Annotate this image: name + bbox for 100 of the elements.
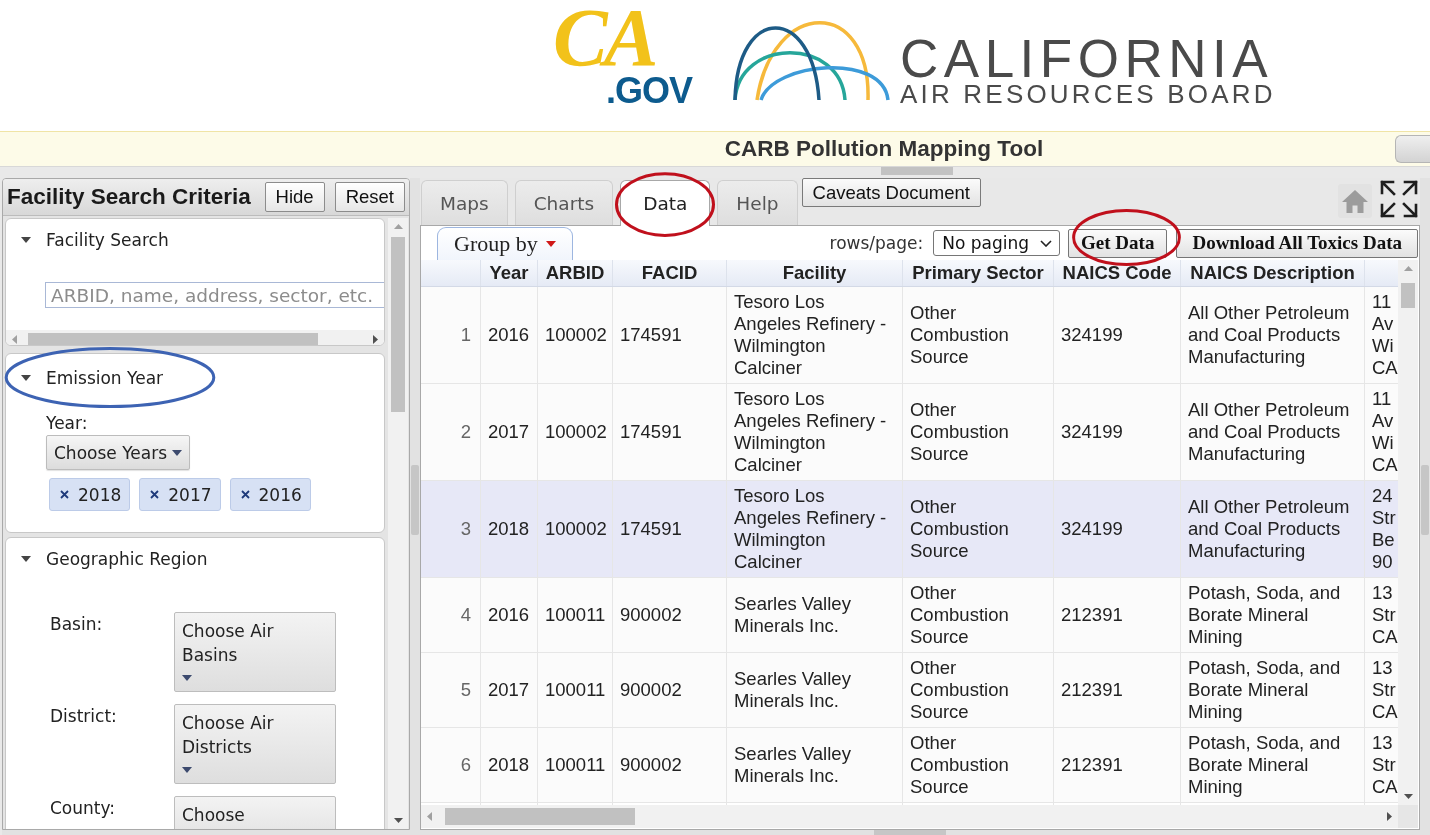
field-label: District: xyxy=(50,705,117,726)
table-cell: Other Combustion Source xyxy=(903,578,1054,652)
vertical-scrollbar[interactable] xyxy=(388,218,408,829)
remove-icon[interactable] xyxy=(60,490,69,499)
table-cell: All Other Petroleum and Coal Products Manufacturing xyxy=(1181,384,1365,480)
row-number: 2 xyxy=(421,384,481,480)
table-cell: 2018 xyxy=(481,728,538,802)
table-cell: Tesoro Los Angeles Refinery - Wilmington Calciner xyxy=(727,287,903,383)
tab[interactable]: Help xyxy=(717,180,798,225)
expand-icon[interactable] xyxy=(1380,180,1418,218)
tab[interactable]: Charts xyxy=(514,180,614,225)
table-cell: 212391 xyxy=(1054,728,1181,802)
years-dropdown[interactable]: Choose Years xyxy=(46,435,190,470)
column-header[interactable]: Facility xyxy=(727,260,903,286)
region-dropdown[interactable]: Choose Air Districts xyxy=(174,704,336,784)
region-dropdown[interactable]: Choose xyxy=(174,796,336,829)
table-row[interactable]: 2 2017 100002 174591 Tesoro Los Angeles Refinery - Wilmington Calciner Other Combustion Source 324199 All Other Petroleum and Coal Products Manufacturing 11 Av Wi CA xyxy=(421,384,1398,481)
region-dropdown[interactable]: Choose Air Basins xyxy=(174,612,336,692)
table-cell: Tesoro Los Angeles Refinery - Wilmington Calciner xyxy=(727,384,903,480)
caret-icon xyxy=(182,767,192,773)
row-number: 6 xyxy=(421,728,481,802)
field-label: Basin: xyxy=(50,613,103,634)
get-data-button[interactable]: Get Data xyxy=(1068,228,1168,258)
column-header[interactable]: Year xyxy=(481,260,538,286)
rows-per-page-select[interactable]: No paging xyxy=(933,230,1061,256)
section-header[interactable]: Emission Year xyxy=(6,357,384,399)
scroll-right-icon[interactable] xyxy=(373,334,378,344)
splitter-handle[interactable] xyxy=(411,465,419,535)
scroll-left-icon[interactable] xyxy=(12,334,17,344)
field-label: Year: xyxy=(46,412,88,435)
table-cell-text: 24 Str Be 90 xyxy=(1371,484,1397,574)
table-cell: Other Combustion Source xyxy=(903,728,1054,802)
splitter-handle[interactable] xyxy=(874,830,946,835)
scroll-left-icon[interactable] xyxy=(427,812,432,821)
rows-per-page-label: rows/page: xyxy=(829,233,924,253)
scrollbar-thumb[interactable] xyxy=(1401,283,1415,308)
header-button[interactable]: Hide xyxy=(264,182,325,212)
chevron-down-icon xyxy=(1040,239,1053,247)
scroll-up-icon[interactable] xyxy=(393,224,403,229)
splitter-handle[interactable] xyxy=(881,167,953,175)
scroll-down-icon[interactable] xyxy=(393,818,403,823)
section-header[interactable]: Geographic Region xyxy=(6,538,384,580)
section-header[interactable]: Facility Search xyxy=(6,219,384,261)
home-icon[interactable] xyxy=(1338,184,1372,218)
search-field[interactable]: ARBID, name, address, sector, etc. xyxy=(45,282,384,308)
column-header[interactable]: FACID xyxy=(613,260,727,286)
field-label: County: xyxy=(50,797,116,818)
table-row[interactable]: 3 2018 100002 174591 Tesoro Los Angeles Refinery - Wilmington Calciner Other Combustion Source 324199 All Other Petroleum and Coal Products Manufacturing 24 Str Be 90 xyxy=(421,481,1398,578)
header-button[interactable]: Reset xyxy=(334,182,405,212)
scroll-up-icon[interactable] xyxy=(1403,266,1413,271)
scrollbar-thumb[interactable] xyxy=(28,333,318,345)
table-row[interactable]: 4 2016 100011 900002 Searles Valley Minerals Inc. Other Combustion Source 212391 Potash, Soda, and Borate Mineral Mining 13 Str CA xyxy=(421,578,1398,653)
table-cell: 900002 xyxy=(613,578,727,652)
vertical-scrollbar[interactable] xyxy=(1398,260,1418,805)
table-cell-text: 11 Av Wi CA xyxy=(1371,387,1398,477)
logo-text: .GOV xyxy=(605,74,692,108)
row-number: 3 xyxy=(421,481,481,577)
edge-button[interactable] xyxy=(1395,135,1430,163)
table-cell: 174591 xyxy=(613,384,727,480)
remove-icon[interactable] xyxy=(150,490,160,499)
table-cell: 2017 xyxy=(481,653,538,727)
table-cell: 900002 xyxy=(613,728,727,802)
table-cell: Tesoro Los Angeles Refinery - Wilmington Calciner xyxy=(727,481,903,577)
tab[interactable]: Data xyxy=(620,180,711,226)
scroll-right-icon[interactable] xyxy=(1387,812,1392,821)
table-cell: All Other Petroleum and Coal Products Manufacturing xyxy=(1181,481,1365,577)
row-number: 1 xyxy=(421,287,481,383)
horizontal-scrollbar[interactable] xyxy=(6,330,384,345)
download-button[interactable]: Download All Toxics Data xyxy=(1176,228,1418,258)
horizontal-scrollbar[interactable] xyxy=(421,805,1398,828)
column-header[interactable]: Primary Sector xyxy=(903,260,1054,286)
group-by-button[interactable]: Group by xyxy=(437,227,573,260)
caveats-button[interactable]: Caveats Document xyxy=(801,178,981,207)
scrollbar-thumb[interactable] xyxy=(391,237,405,412)
tab[interactable]: Maps xyxy=(421,180,508,225)
table-row[interactable]: 1 2016 100002 174591 Tesoro Los Angeles Refinery - Wilmington Calciner Other Combustion Source 324199 All Other Petroleum and Coal Products Manufacturing 11 Av Wi CA xyxy=(421,287,1398,384)
table-cell: 2016 xyxy=(481,287,538,383)
table-cell: 324199 xyxy=(1054,287,1181,383)
table-row[interactable]: 6 2018 100011 900002 Searles Valley Minerals Inc. Other Combustion Source 212391 Potash, Soda, and Borate Mineral Mining 13 Str CA xyxy=(421,728,1398,803)
year-chip[interactable]: 2018 xyxy=(49,478,131,511)
year-chip[interactable]: 2016 xyxy=(229,478,311,511)
column-header[interactable]: NAICS Code xyxy=(1054,260,1181,286)
table-row[interactable]: 5 2017 100011 900002 Searles Valley Minerals Inc. Other Combustion Source 212391 Potash, Soda, and Borate Mineral Mining 13 Str CA xyxy=(421,653,1398,728)
table-cell: Searles Valley Minerals Inc. xyxy=(727,728,903,802)
table-cell-text: 13 Str CA xyxy=(1371,656,1398,724)
scrollbar-thumb[interactable] xyxy=(445,808,635,825)
column-header[interactable]: ARBID xyxy=(538,260,613,286)
table-cell: 2017 xyxy=(481,384,538,480)
table-cell: 100002 xyxy=(538,287,613,383)
table-cell: Searles Valley Minerals Inc. xyxy=(727,578,903,652)
table-cell: 2016 xyxy=(481,578,538,652)
scroll-down-icon[interactable] xyxy=(1403,794,1413,799)
remove-icon[interactable] xyxy=(240,490,250,499)
table-cell: 900002 xyxy=(613,653,727,727)
splitter-handle[interactable] xyxy=(1421,465,1429,535)
table-cell: 100002 xyxy=(538,384,613,480)
agency-subtitle: AIR RESOURCES BOARD xyxy=(900,81,1276,107)
table-cell: 212391 xyxy=(1054,578,1181,652)
column-header[interactable]: NAICS Description xyxy=(1181,260,1365,286)
year-chip[interactable]: 2017 xyxy=(139,478,221,511)
